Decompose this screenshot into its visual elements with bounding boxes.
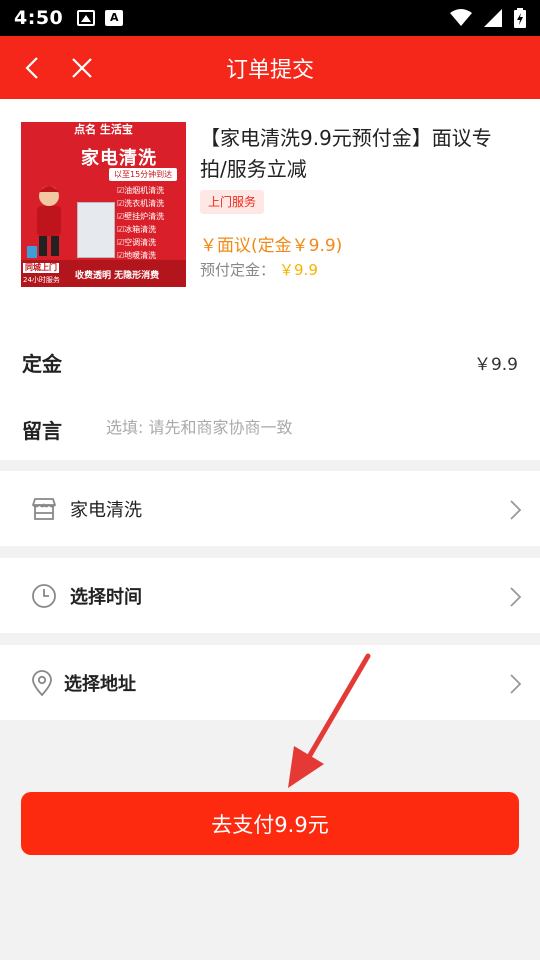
deposit-value: ￥9.9	[473, 355, 518, 375]
message-label: 留言	[22, 419, 62, 443]
washing-machine-illustration	[77, 202, 115, 258]
product-image-bottom-bar: 同城上门 24小时服务 收费透明 无隐形消费	[21, 260, 186, 287]
status-time: 4:50	[14, 7, 64, 29]
battery-icon	[514, 8, 526, 28]
product-image-title: 家电清洗	[81, 148, 157, 169]
product-image[interactable]: 点名 生活宝 家电清洗 以至15分钟到达 ☑油烟机清洗 ☑洗衣机清洗 ☑壁挂炉清…	[21, 122, 186, 287]
product-deposit-value: ￥9.9	[279, 261, 318, 279]
service-row[interactable]: 家电清洗	[0, 471, 540, 546]
nav-bar: 订单提交	[0, 36, 540, 99]
product-image-service: ☑空调清洗	[117, 238, 157, 247]
product-image-service: ☑壁挂炉清洗	[117, 212, 165, 221]
close-icon[interactable]	[66, 52, 98, 84]
select-address-label: 选择地址	[64, 674, 136, 695]
page-title: 订单提交	[225, 57, 314, 83]
product-image-bottom-tag: 同城上门	[23, 263, 59, 273]
photo-notification-icon	[77, 10, 96, 26]
product-image-service-list: ☑油烟机清洗 ☑洗衣机清洗 ☑壁挂炉清洗 ☑冰箱清洗 ☑空调清洗 ☑地暖清洗	[117, 184, 164, 262]
product-price: ￥面议(定金￥9.9)	[200, 236, 343, 256]
worker-illustration	[27, 186, 61, 258]
wifi-icon	[450, 9, 472, 26]
product-card: 点名 生活宝 家电清洗 以至15分钟到达 ☑油烟机清洗 ☑洗衣机清洗 ☑壁挂炉清…	[0, 99, 540, 460]
pay-button[interactable]: 去支付9.9元	[21, 792, 519, 855]
location-pin-icon	[32, 670, 52, 697]
service-tag: 上门服务	[200, 190, 265, 214]
back-icon[interactable]	[18, 52, 50, 84]
product-deposit-label: 预付定金：	[200, 261, 276, 279]
select-address-row[interactable]: 选择地址	[0, 645, 540, 720]
text-notification-icon: A	[105, 10, 124, 26]
product-image-24h: 24小时服务	[23, 276, 60, 284]
product-image-top-text: 点名 生活宝	[74, 123, 133, 136]
product-image-bottom-text: 收费透明 无隐形消费	[75, 271, 160, 281]
store-icon	[32, 498, 56, 520]
select-time-label: 选择时间	[70, 587, 142, 608]
product-image-subtitle: 以至15分钟到达	[109, 168, 178, 181]
chevron-right-icon	[510, 587, 522, 607]
product-image-service: ☑油烟机清洗	[117, 186, 165, 195]
product-image-service: ☑冰箱清洗	[117, 225, 157, 234]
message-input[interactable]	[106, 412, 516, 442]
clock-icon	[32, 584, 56, 608]
product-image-service: ☑洗衣机清洗	[117, 199, 165, 208]
deposit-label: 定金	[22, 352, 62, 376]
chevron-right-icon	[510, 500, 522, 520]
status-bar: 4:50 A	[0, 0, 540, 36]
product-deposit: 预付定金： ￥9.9	[200, 259, 318, 280]
select-time-row[interactable]: 选择时间	[0, 558, 540, 633]
service-label: 家电清洗	[70, 500, 142, 521]
chevron-right-icon	[510, 674, 522, 694]
product-title: 【家电清洗9.9元预付金】面议专拍/服务立减	[200, 126, 492, 181]
signal-icon	[484, 9, 502, 27]
